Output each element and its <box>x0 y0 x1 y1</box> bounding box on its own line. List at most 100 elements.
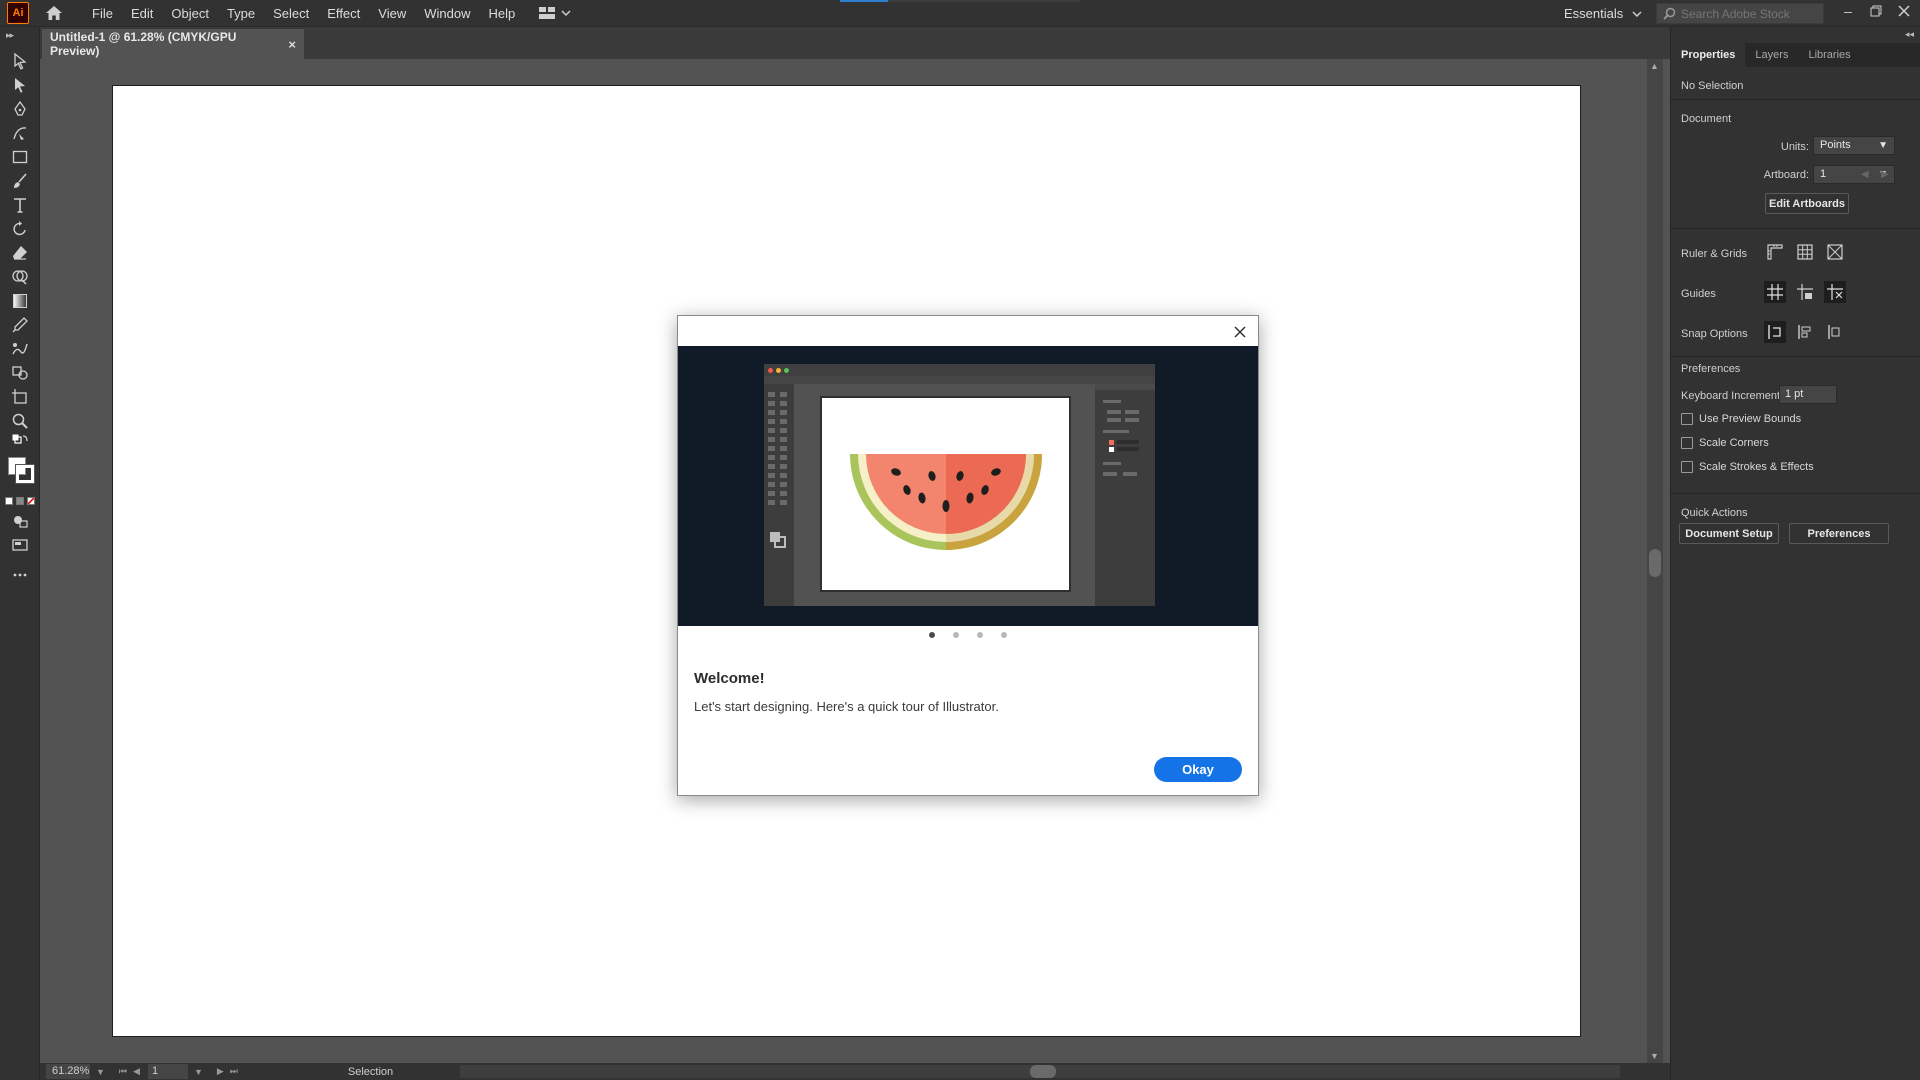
close-window-icon[interactable] <box>1894 2 1914 20</box>
fill-stroke-swatches[interactable] <box>4 455 36 489</box>
tab-properties[interactable]: Properties <box>1671 43 1746 67</box>
scale-corners-checkbox[interactable]: Scale Corners <box>1681 437 1769 449</box>
horizontal-scroll-thumb[interactable] <box>1030 1065 1056 1078</box>
zoom-level[interactable]: 61.28% <box>46 1064 90 1079</box>
artboard-tool[interactable] <box>6 385 34 409</box>
scale-strokes-effects-checkbox[interactable]: Scale Strokes & Effects <box>1681 461 1814 473</box>
next-artboard-icon[interactable]: ▶ <box>217 1066 224 1077</box>
menu-file[interactable]: File <box>83 0 122 27</box>
checkbox-box[interactable] <box>1681 461 1693 473</box>
gradient-mode-icon[interactable] <box>15 497 24 505</box>
eyedropper-tool[interactable] <box>6 313 34 337</box>
carousel-dot-4[interactable] <box>1001 632 1007 638</box>
selection-tool[interactable] <box>6 49 34 73</box>
artboard-next-icon[interactable]: ▶ <box>1881 169 1889 180</box>
zoom-tool[interactable] <box>6 409 34 433</box>
swap-colors-icon <box>11 433 28 444</box>
carousel-dot-1[interactable] <box>929 632 935 638</box>
toggle-transparency-grid-button[interactable] <box>1824 241 1846 263</box>
zoom-dropdown-icon[interactable]: ▼ <box>96 1067 105 1077</box>
dialog-body: Let's start designing. Here's a quick to… <box>694 699 999 714</box>
minimize-icon[interactable]: – <box>1838 2 1858 20</box>
paintbrush-tool[interactable] <box>6 169 34 193</box>
smart-guides-button[interactable] <box>1824 281 1846 303</box>
snap-to-point-button[interactable] <box>1764 321 1786 343</box>
checkbox-box[interactable] <box>1681 437 1693 449</box>
blend-tool[interactable] <box>6 337 34 361</box>
curvature-tool[interactable] <box>6 121 34 145</box>
restore-icon[interactable] <box>1866 2 1886 20</box>
default-colors-swap[interactable] <box>6 433 34 451</box>
menu-type[interactable]: Type <box>218 0 264 27</box>
artboard-dropdown-icon[interactable]: ▼ <box>194 1067 203 1077</box>
checkbox-box[interactable] <box>1681 413 1693 425</box>
arrange-documents-icon <box>539 7 556 19</box>
toggle-rulers-button[interactable] <box>1764 241 1786 263</box>
keyboard-increment-input[interactable]: 1 pt <box>1779 385 1837 404</box>
watermelon-icon <box>850 454 1042 550</box>
draw-mode-button[interactable] <box>6 509 34 533</box>
selection-state: No Selection <box>1681 80 1744 92</box>
collapse-panel-icon[interactable]: ◂◂ <box>1905 29 1914 40</box>
document-setup-button[interactable]: Document Setup <box>1679 523 1779 544</box>
menu-object[interactable]: Object <box>162 0 218 27</box>
rotate-tool[interactable] <box>6 217 34 241</box>
scroll-down-icon[interactable]: ▼ <box>1650 1051 1659 1061</box>
color-mode-icon[interactable] <box>4 497 13 505</box>
zoom-icon <box>12 413 28 429</box>
screen-mode-button[interactable] <box>6 533 34 557</box>
collapse-toolbar-icon[interactable]: ▸▸ <box>0 27 39 43</box>
use-preview-bounds-checkbox[interactable]: Use Preview Bounds <box>1681 413 1801 425</box>
menu-select[interactable]: Select <box>264 0 318 27</box>
prev-artboard-icon[interactable]: ◀ <box>133 1066 140 1077</box>
shape-builder-tool[interactable] <box>6 265 34 289</box>
gradient-tool[interactable] <box>6 289 34 313</box>
stroke-swatch[interactable] <box>14 464 35 484</box>
direct-selection-tool[interactable] <box>6 73 34 97</box>
none-mode-icon[interactable] <box>26 497 35 505</box>
vertical-scroll-thumb[interactable] <box>1649 549 1661 577</box>
snap-pixel-icon <box>1828 325 1840 339</box>
units-dropdown[interactable]: Points ▼ <box>1813 136 1895 155</box>
carousel-dot-2[interactable] <box>953 632 959 638</box>
type-tool[interactable] <box>6 193 34 217</box>
menu-effect[interactable]: Effect <box>318 0 369 27</box>
vertical-scrollbar[interactable]: ▲ ▼ <box>1647 59 1663 1063</box>
lock-guides-button[interactable] <box>1794 281 1816 303</box>
document-tab[interactable]: Untitled-1 @ 61.28% (CMYK/GPU Preview) × <box>42 29 304 59</box>
pen-tool[interactable] <box>6 97 34 121</box>
carousel-dot-3[interactable] <box>977 632 983 638</box>
horizontal-scrollbar[interactable] <box>460 1065 1620 1078</box>
menu-help[interactable]: Help <box>479 0 524 27</box>
okay-button[interactable]: Okay <box>1154 757 1242 782</box>
smart-guides-icon <box>1827 284 1843 300</box>
toggle-guides-button[interactable] <box>1764 281 1786 303</box>
home-icon[interactable] <box>43 2 65 24</box>
first-artboard-icon[interactable]: ⏮ <box>119 1066 127 1077</box>
scroll-up-icon[interactable]: ▲ <box>1650 61 1659 71</box>
preferences-button[interactable]: Preferences <box>1789 523 1889 544</box>
tab-layers[interactable]: Layers <box>1745 43 1798 67</box>
close-tab-icon[interactable]: × <box>288 37 296 52</box>
rectangle-tool[interactable] <box>6 145 34 169</box>
artboard-number[interactable]: 1 <box>147 1064 188 1079</box>
arrange-documents-button[interactable] <box>538 6 572 20</box>
edit-artboards-button[interactable]: Edit Artboards <box>1765 193 1849 214</box>
last-artboard-icon[interactable]: ⏭ <box>230 1066 238 1077</box>
toggle-grid-button[interactable] <box>1794 241 1816 263</box>
workspace-switcher[interactable]: Essentials <box>1564 0 1643 27</box>
artboard-prev-icon[interactable]: ◀ <box>1861 169 1869 180</box>
close-icon[interactable] <box>1230 322 1250 342</box>
search-adobe-stock[interactable] <box>1656 3 1824 24</box>
snap-to-pixel-button[interactable] <box>1824 321 1846 343</box>
eraser-tool[interactable] <box>6 241 34 265</box>
tab-libraries[interactable]: Libraries <box>1798 43 1860 67</box>
snap-to-grid-button[interactable] <box>1794 321 1816 343</box>
search-input[interactable] <box>1681 6 1821 21</box>
menu-window[interactable]: Window <box>415 0 479 27</box>
guides-title: Guides <box>1681 288 1716 300</box>
edit-toolbar-button[interactable] <box>6 563 34 587</box>
menu-edit[interactable]: Edit <box>122 0 162 27</box>
symbol-sprayer-tool[interactable] <box>6 361 34 385</box>
menu-view[interactable]: View <box>369 0 415 27</box>
